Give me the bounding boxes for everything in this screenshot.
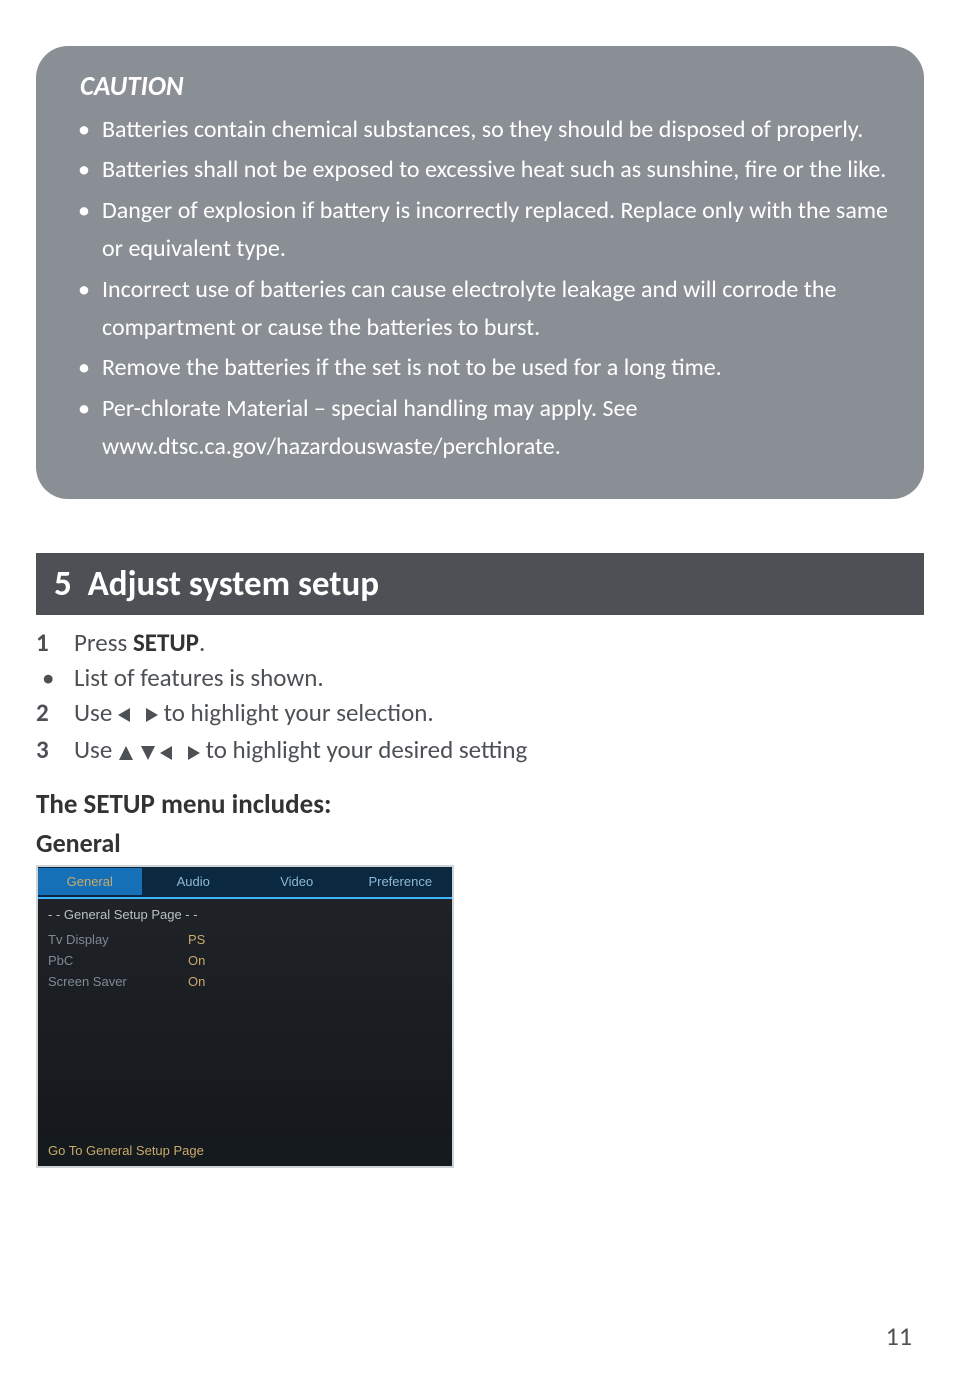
step-bullet: • [36, 660, 74, 695]
menu-row-label: Screen Saver [48, 974, 188, 989]
setup-menu-heading: The SETUP menu includes: [36, 788, 918, 821]
caution-box: CAUTION Batteries contain chemical subst… [36, 46, 924, 499]
section-header: 5 Adjust system setup [36, 553, 924, 615]
menu-tab-general: General [38, 868, 142, 895]
caution-item: Remove the batteries if the set is not t… [72, 349, 888, 387]
caution-list: Batteries contain chemical substances, s… [72, 111, 888, 467]
menu-row-value: On [188, 974, 205, 989]
caution-item: Per-chlorate Material – special handling… [72, 390, 888, 467]
menu-body: - - General Setup Page - - Tv Display PS… [38, 899, 452, 1137]
menu-tab-video: Video [245, 868, 349, 895]
menu-body-title: - - General Setup Page - - [48, 907, 442, 922]
general-heading: General [36, 827, 918, 859]
step-row: 2 Use to highlight your selection. [36, 695, 918, 733]
step-row: 1 Press SETUP. [36, 625, 918, 660]
step-row: • List of features is shown. [36, 660, 918, 695]
menu-tab-preference: Preference [349, 868, 453, 895]
caution-item: Incorrect use of batteries can cause ele… [72, 271, 888, 348]
menu-row-label: PbC [48, 953, 188, 968]
up-down-left-right-arrow-icon [118, 735, 200, 770]
step-number: 2 [36, 695, 74, 730]
step-text: List of features is shown. [74, 660, 918, 695]
step-row: 3 Use to highlight your desired setting [36, 732, 918, 770]
step-text: Use to highlight your selection. [74, 695, 918, 733]
menu-row: Screen Saver On [48, 974, 442, 989]
steps: 1 Press SETUP. • List of features is sho… [36, 625, 918, 770]
menu-footer: Go To General Setup Page [38, 1137, 452, 1166]
left-right-arrow-icon [118, 697, 158, 732]
section-title: Adjust system setup [88, 563, 379, 605]
menu-tab-audio: Audio [142, 868, 246, 895]
section-number: 5 [54, 563, 72, 605]
menu-row: Tv Display PS [48, 932, 442, 947]
caution-title: CAUTION [80, 70, 888, 103]
caution-item: Danger of explosion if battery is incorr… [72, 192, 888, 269]
page-number: 11 [886, 1320, 912, 1352]
step-number: 1 [36, 625, 74, 660]
menu-row-label: Tv Display [48, 932, 188, 947]
step-number: 3 [36, 732, 74, 767]
caution-item: Batteries shall not be exposed to excess… [72, 151, 888, 189]
step-text: Press SETUP. [74, 625, 918, 660]
step-text: Use to highlight your desired setting [74, 732, 918, 770]
menu-row-value: On [188, 953, 205, 968]
setup-menu-screenshot: General Audio Video Preference - - Gener… [36, 865, 454, 1168]
menu-row: PbC On [48, 953, 442, 968]
caution-item: Batteries contain chemical substances, s… [72, 111, 888, 149]
menu-tabs: General Audio Video Preference [38, 867, 452, 899]
menu-row-value: PS [188, 932, 205, 947]
